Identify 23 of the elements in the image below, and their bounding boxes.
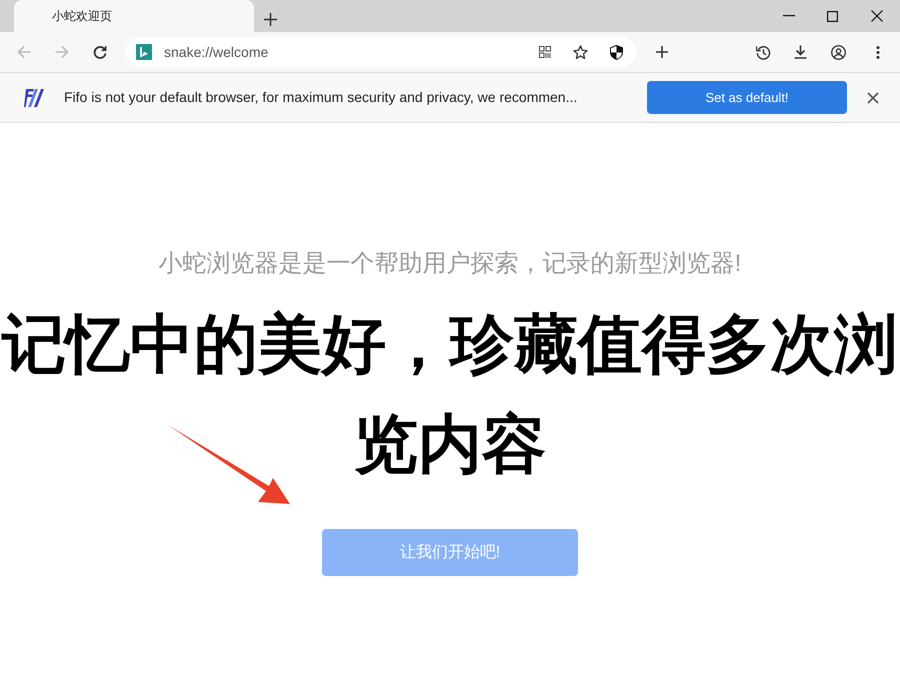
- close-icon[interactable]: [871, 10, 883, 22]
- history-icon[interactable]: [756, 44, 771, 60]
- star-icon[interactable]: [573, 44, 588, 60]
- new-tab-icon[interactable]: [264, 13, 277, 26]
- account-icon[interactable]: [831, 44, 846, 60]
- maximize-icon[interactable]: [827, 10, 838, 22]
- download-icon[interactable]: [794, 45, 807, 59]
- infobar-message: Fifo is not your default browser, for maximum security and privacy, we recommen...: [64, 88, 578, 107]
- add-icon[interactable]: [656, 46, 668, 58]
- set-as-default-button[interactable]: Set as default!: [647, 81, 847, 114]
- reload-icon[interactable]: [93, 45, 107, 59]
- address-bar[interactable]: snake://welcome: [125, 37, 636, 67]
- headline-line: 记忆中的美好，珍藏值得多次浏: [2, 307, 898, 382]
- logo-icon: [24, 88, 44, 106]
- qr-code-icon[interactable]: [539, 46, 551, 58]
- shield-icon[interactable]: [610, 44, 623, 60]
- subtitle: 小蛇浏览器是是一个帮助用户探索，记录的新型浏览器!: [158, 249, 742, 279]
- close-icon[interactable]: [867, 92, 879, 104]
- browser-tab[interactable]: 小蛇欢迎页: [14, 0, 254, 32]
- site-favicon-icon: [136, 44, 152, 60]
- menu-icon[interactable]: [876, 46, 880, 58]
- headline-line: 览内容: [354, 407, 546, 482]
- url-text: snake://welcome: [164, 42, 268, 62]
